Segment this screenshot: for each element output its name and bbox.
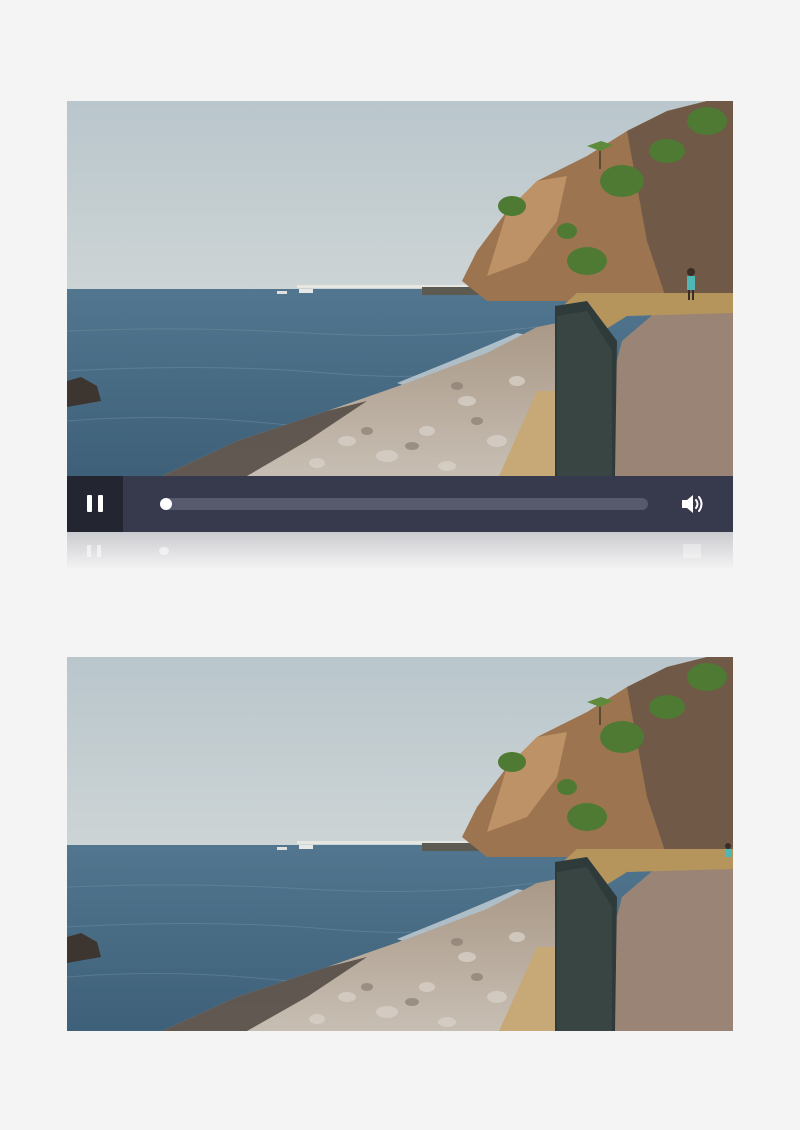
volume-icon: [682, 495, 703, 513]
video-frame[interactable]: [67, 101, 733, 476]
volume-button[interactable]: [679, 490, 707, 518]
video-preview-frame: [67, 657, 733, 1031]
controls-reflection: [67, 532, 733, 570]
video-preview-scene: [67, 657, 733, 1031]
video-scene: [67, 101, 733, 476]
pause-icon: [67, 476, 123, 532]
pause-button[interactable]: [67, 476, 123, 532]
video-controls: [67, 476, 733, 532]
progress-thumb[interactable]: [160, 498, 172, 510]
progress-bar[interactable]: [160, 498, 648, 510]
